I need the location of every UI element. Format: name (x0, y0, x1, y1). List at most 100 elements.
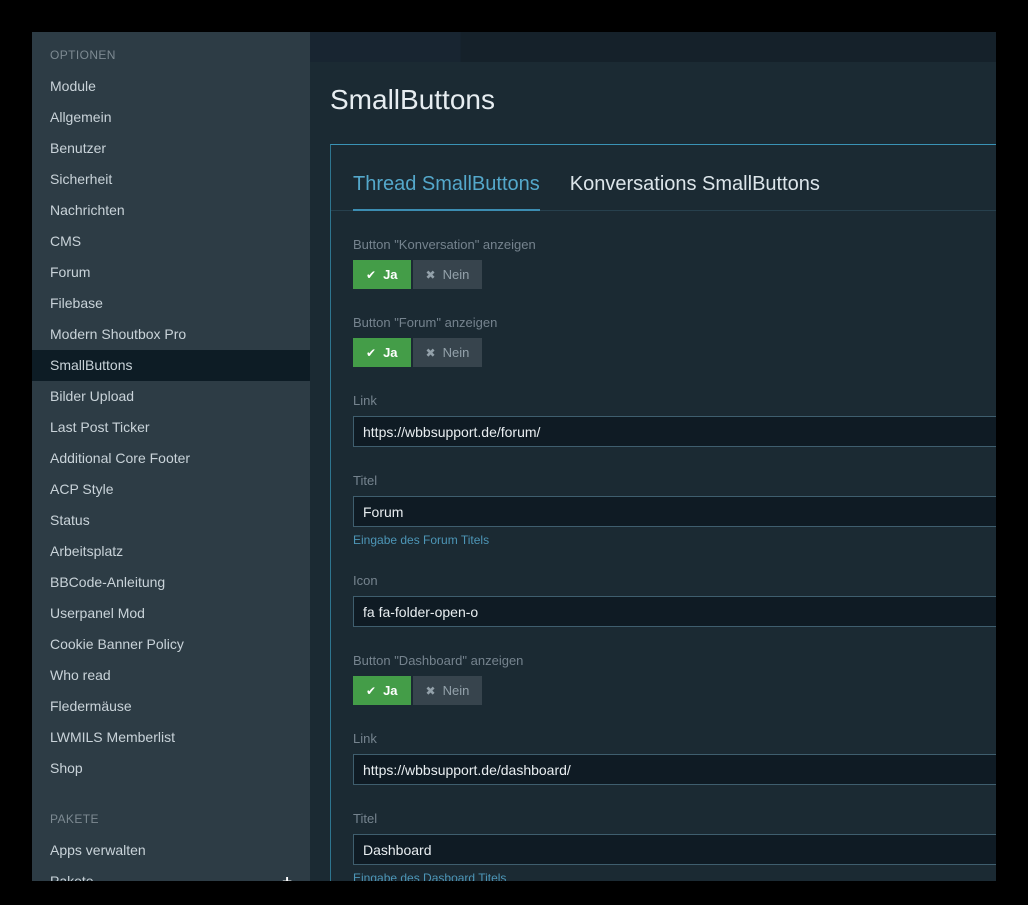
sidebar-item-label: Module (50, 78, 96, 95)
sidebar-item-label: Last Post Ticker (50, 419, 150, 436)
link-input[interactable] (353, 754, 996, 785)
toggle-ja-button[interactable]: ✔ Ja (353, 338, 411, 367)
sidebar-item-filebase[interactable]: Filebase (32, 288, 310, 319)
main-content: SmallButtons Thread SmallButtons Konversa… (310, 32, 996, 881)
sidebar-item-sicherheit[interactable]: Sicherheit (32, 164, 310, 195)
toggle-label: Nein (443, 267, 470, 282)
sidebar-section-optionen: OPTIONENModuleAllgemeinBenutzerSicherhei… (32, 32, 310, 784)
sidebar-item-apps-verwalten[interactable]: Apps verwalten (32, 835, 310, 866)
field-hint: Eingabe des Dasboard Titels (353, 871, 996, 881)
sidebar-item-label: BBCode-Anleitung (50, 574, 165, 591)
sidebar: OPTIONENModuleAllgemeinBenutzerSicherhei… (32, 32, 310, 881)
sidebar-item-label: Nachrichten (50, 202, 125, 219)
sidebar-item-label: LWMILS Memberlist (50, 729, 175, 746)
titel-input[interactable] (353, 496, 996, 527)
toggle-group: ✔Ja ✖ Nein (353, 260, 996, 289)
form-field-titel-7: Titel Eingabe des Dasboard Titels (353, 811, 996, 881)
toggle-nein-button[interactable]: ✖ Nein (413, 260, 483, 289)
sidebar-item-lwmils-memberlist[interactable]: LWMILS Memberlist (32, 722, 310, 753)
sidebar-item-nachrichten[interactable]: Nachrichten (32, 195, 310, 226)
tab-konversations-smallbuttons[interactable]: Konversations SmallButtons (570, 173, 820, 210)
field-label: Titel (353, 811, 996, 826)
sidebar-item-label: SmallButtons (50, 357, 132, 374)
sidebar-item-label: Filebase (50, 295, 103, 312)
sidebar-item-bilder-upload[interactable]: Bilder Upload (32, 381, 310, 412)
sidebar-item-shop[interactable]: Shop (32, 753, 310, 784)
toggle-label: Ja (383, 683, 397, 698)
field-label: Button "Konversation" anzeigen (353, 237, 996, 252)
toggle-nein-button[interactable]: ✖ Nein (413, 338, 483, 367)
sidebar-item-label: Benutzer (50, 140, 106, 157)
toggle-group: ✔ Ja ✖ Nein (353, 338, 996, 367)
sidebar-item-forum[interactable]: Forum (32, 257, 310, 288)
sidebar-item-label: Fledermäuse (50, 698, 132, 715)
check-icon: ✔ (366, 684, 376, 698)
sidebar-section-header: PAKETE (32, 784, 310, 835)
page-title: SmallButtons (330, 84, 996, 116)
sidebar-item-label: Arbeitsplatz (50, 543, 123, 560)
form-field-link-6: Link (353, 731, 996, 785)
link-input[interactable] (353, 416, 996, 447)
sidebar-item-cms[interactable]: CMS (32, 226, 310, 257)
field-label: Button "Forum" anzeigen (353, 315, 996, 330)
sidebar-item-label: Status (50, 512, 90, 529)
field-label: Icon (353, 573, 996, 588)
sidebar-item-bbcode-anleitung[interactable]: BBCode-Anleitung (32, 567, 310, 598)
sidebar-item-label: Allgemein (50, 109, 111, 126)
sidebar-item-label: Userpanel Mod (50, 605, 145, 622)
sidebar-item-label: Bilder Upload (50, 388, 134, 405)
field-label: Link (353, 731, 996, 746)
sidebar-item-pakete[interactable]: Pakete + (32, 866, 310, 881)
check-icon: ✔ (366, 346, 376, 360)
sidebar-item-label: Shop (50, 760, 83, 777)
sidebar-item-cookie-banner-policy[interactable]: Cookie Banner Policy (32, 629, 310, 660)
toggle-group: ✔ Ja ✖Nein (353, 676, 996, 705)
toggle-label: Nein (443, 345, 470, 360)
toggle-ja-button[interactable]: ✔ Ja (353, 676, 411, 705)
sidebar-item-label: Modern Shoutbox Pro (50, 326, 186, 343)
sidebar-item-allgemein[interactable]: Allgemein (32, 102, 310, 133)
sidebar-item-additional-core-footer[interactable]: Additional Core Footer (32, 443, 310, 474)
sidebar-section-pakete: PAKETE Apps verwalten Pakete + (32, 784, 310, 881)
sidebar-item-status[interactable]: Status (32, 505, 310, 536)
sidebar-item-acp-style[interactable]: ACP Style (32, 474, 310, 505)
form-field-button-forum-anzeigen-1: Button "Forum" anzeigen ✔ Ja ✖ Nein (353, 315, 996, 367)
form-field-button-konversation-anzeigen-0: Button "Konversation" anzeigen ✔Ja ✖ Nein (353, 237, 996, 289)
sidebar-item-label: Forum (50, 264, 90, 281)
tab-thread-smallbuttons[interactable]: Thread SmallButtons (353, 173, 540, 211)
form-field-link-2: Link (353, 393, 996, 447)
acp-window: OPTIONENModuleAllgemeinBenutzerSicherhei… (32, 32, 996, 881)
sidebar-item-label: Apps verwalten (50, 842, 146, 859)
plus-icon[interactable]: + (282, 875, 292, 882)
sidebar-item-module[interactable]: Module (32, 71, 310, 102)
sidebar-item-smallbuttons[interactable]: SmallButtons (32, 350, 310, 381)
sidebar-item-label: CMS (50, 233, 81, 250)
sidebar-item-userpanel-mod[interactable]: Userpanel Mod (32, 598, 310, 629)
field-label: Button "Dashboard" anzeigen (353, 653, 996, 668)
field-hint: Eingabe des Forum Titels (353, 533, 996, 547)
sidebar-item-label: Who read (50, 667, 111, 684)
sidebar-item-fledermaeuse[interactable]: Fledermäuse (32, 691, 310, 722)
tab-bar: Thread SmallButtons Konversations SmallBu… (331, 145, 996, 211)
top-bar (310, 32, 996, 62)
sidebar-item-label: Cookie Banner Policy (50, 636, 184, 653)
sidebar-item-label: Pakete (50, 873, 94, 881)
toggle-label: Ja (383, 345, 397, 360)
form-field-titel-3: Titel Eingabe des Forum Titels (353, 473, 996, 547)
sidebar-item-benutzer[interactable]: Benutzer (32, 133, 310, 164)
toggle-nein-button[interactable]: ✖Nein (413, 676, 483, 705)
sidebar-item-label: ACP Style (50, 481, 114, 498)
toggle-label: Ja (383, 267, 397, 282)
sidebar-item-modern-shoutbox-pro[interactable]: Modern Shoutbox Pro (32, 319, 310, 350)
toggle-ja-button[interactable]: ✔Ja (353, 260, 411, 289)
sidebar-item-who-read[interactable]: Who read (32, 660, 310, 691)
icon-input[interactable] (353, 596, 996, 627)
x-icon: ✖ (426, 346, 436, 360)
form-field-button-dashboard-anzeigen-5: Button "Dashboard" anzeigen ✔ Ja ✖Nein (353, 653, 996, 705)
smallbuttons-form-panel: Thread SmallButtons Konversations SmallBu… (330, 144, 996, 881)
sidebar-item-arbeitsplatz[interactable]: Arbeitsplatz (32, 536, 310, 567)
field-label: Titel (353, 473, 996, 488)
titel-input[interactable] (353, 834, 996, 865)
x-icon: ✖ (426, 268, 436, 282)
sidebar-item-last-post-ticker[interactable]: Last Post Ticker (32, 412, 310, 443)
